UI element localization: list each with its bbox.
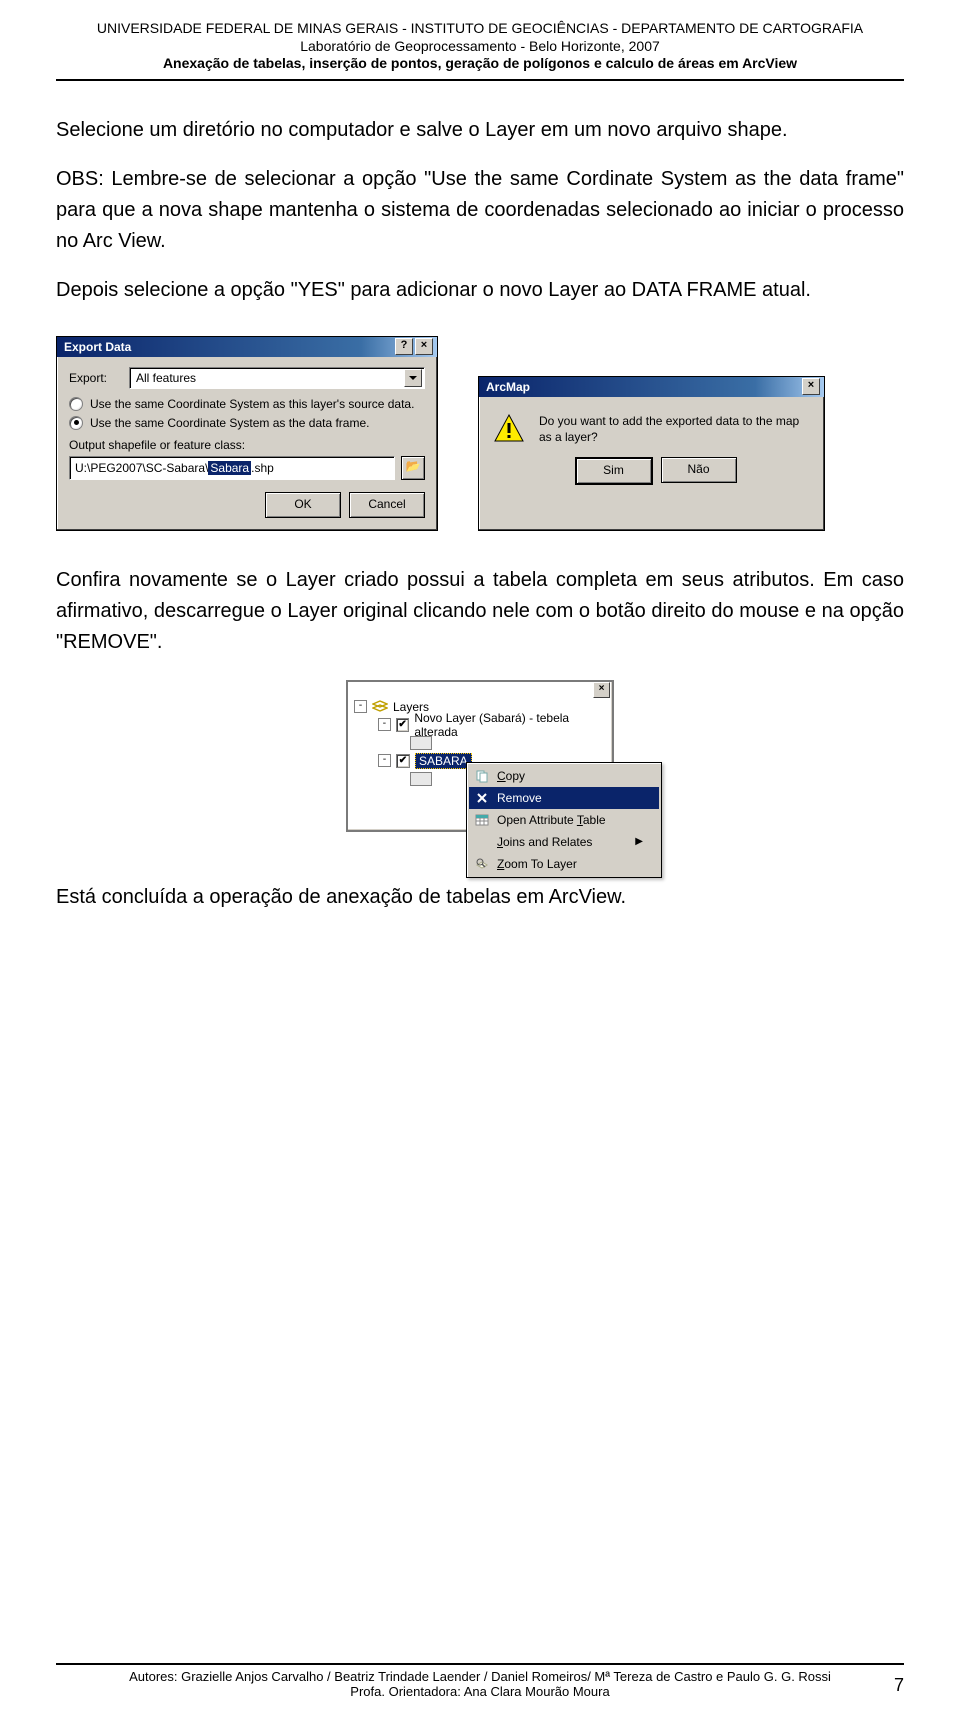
collapse-icon[interactable]: - — [354, 700, 367, 713]
arcmap-messagebox: ArcMap × Do you want to add the exported… — [478, 376, 825, 531]
toc-close-button[interactable]: × — [593, 682, 610, 698]
browse-button[interactable]: 📂 — [401, 456, 425, 480]
warning-icon — [493, 413, 525, 445]
document-footer: Autores: Grazielle Anjos Carvalho / Beat… — [56, 1663, 904, 1699]
ok-button[interactable]: OK — [265, 492, 341, 518]
symbol-swatch-icon — [410, 736, 432, 750]
paragraph-2: OBS: Lembre-se de selecionar a opção "Us… — [56, 164, 904, 257]
close-button[interactable]: × — [415, 338, 433, 355]
export-data-titlebar[interactable]: Export Data ? × — [57, 337, 437, 357]
checkbox-checked-icon[interactable] — [396, 754, 410, 768]
no-button[interactable]: Não — [661, 457, 737, 483]
output-label: Output shapefile or feature class: — [69, 438, 425, 452]
symbol-swatch-icon — [410, 772, 432, 786]
collapse-icon[interactable]: - — [378, 718, 391, 731]
table-icon — [473, 814, 491, 826]
folder-icon: 📂 — [406, 459, 421, 473]
paragraph-3: Depois selecione a opção "YES" para adic… — [56, 275, 904, 306]
layers-icon — [372, 700, 388, 714]
checkbox-checked-icon[interactable] — [396, 718, 410, 732]
menu-remove-label: Remove — [497, 791, 542, 805]
menu-open-attribute-table[interactable]: Open Attribute Table — [469, 809, 659, 831]
toc-layer2-label: SABARA — [415, 753, 472, 769]
menu-zoom-to-layer[interactable]: Zoom To Layer — [469, 853, 659, 875]
paragraph-1: Selecione um diretório no computador e s… — [56, 115, 904, 146]
header-line-2: Laboratório de Geoprocessamento - Belo H… — [56, 38, 904, 56]
toc-layer-1[interactable]: - Novo Layer (Sabará) - tebela alterada — [350, 716, 610, 734]
output-path-input[interactable]: U:\PEG2007\SC-Sabara\ Sabara .shp — [69, 456, 395, 480]
header-line-1: UNIVERSIDADE FEDERAL DE MINAS GERAIS - I… — [56, 20, 904, 38]
header-divider — [56, 79, 904, 81]
chevron-down-icon[interactable] — [404, 369, 422, 387]
yes-button[interactable]: Sim — [575, 457, 653, 485]
remove-icon — [473, 791, 491, 805]
footer-authors: Autores: Grazielle Anjos Carvalho / Beat… — [56, 1669, 904, 1684]
copy-icon — [473, 769, 491, 783]
help-button[interactable]: ? — [395, 338, 413, 355]
export-label: Export: — [69, 371, 129, 385]
paragraph-5: Está concluída a operação de anexação de… — [56, 882, 904, 913]
context-menu: Copy Remove Open Attribute Table Jo — [466, 762, 662, 878]
collapse-icon[interactable]: - — [378, 754, 391, 767]
msgbox-titlebar[interactable]: ArcMap × — [479, 377, 824, 397]
path-selected: Sabara — [208, 461, 251, 475]
header-line-3: Anexação de tabelas, inserção de pontos,… — [56, 55, 904, 73]
menu-copy-label: Copy — [497, 769, 525, 783]
path-suffix: .shp — [251, 461, 274, 475]
msgbox-text: Do you want to add the exported data to … — [539, 413, 812, 445]
radio-icon-checked — [69, 416, 83, 430]
menu-remove[interactable]: Remove — [469, 787, 659, 809]
toc-layer1-label: Novo Layer (Sabará) - tebela alterada — [414, 711, 610, 739]
menu-joins-relates[interactable]: Joins and Relates ▶ — [469, 831, 659, 853]
menu-joins-label: Joins and Relates — [497, 835, 592, 849]
msgbox-title: ArcMap — [483, 380, 800, 394]
paragraph-4: Confira novamente se o Layer criado poss… — [56, 565, 904, 658]
export-select[interactable]: All features — [129, 367, 425, 389]
footer-orientadora: Profa. Orientadora: Ana Clara Mourão Mou… — [56, 1684, 904, 1699]
zoom-icon — [473, 857, 491, 871]
cancel-button[interactable]: Cancel — [349, 492, 425, 518]
page-number: 7 — [894, 1675, 904, 1696]
submenu-arrow-icon: ▶ — [635, 836, 643, 847]
export-select-value: All features — [136, 371, 196, 385]
menu-zoom-label: Zoom To Layer — [497, 857, 577, 871]
radio1-label: Use the same Coordinate System as this l… — [90, 397, 414, 411]
figure-toc-contextmenu: × - Layers - Novo Layer (Sabará) - tebel… — [56, 680, 904, 832]
document-header: UNIVERSIDADE FEDERAL DE MINAS GERAIS - I… — [56, 20, 904, 73]
export-data-dialog: Export Data ? × Export: All features Use… — [56, 336, 438, 531]
path-prefix: U:\PEG2007\SC-Sabara\ — [75, 461, 208, 475]
figure-export-dialogs: Export Data ? × Export: All features Use… — [56, 336, 904, 531]
radio-source-data[interactable]: Use the same Coordinate System as this l… — [69, 397, 425, 411]
menu-open-table-label: Open Attribute Table — [497, 813, 606, 827]
radio2-label: Use the same Coordinate System as the da… — [90, 416, 369, 430]
menu-copy[interactable]: Copy — [469, 765, 659, 787]
radio-icon-unchecked — [69, 397, 83, 411]
radio-data-frame[interactable]: Use the same Coordinate System as the da… — [69, 416, 425, 430]
msgbox-close-button[interactable]: × — [802, 378, 820, 395]
export-data-title: Export Data — [61, 340, 393, 354]
